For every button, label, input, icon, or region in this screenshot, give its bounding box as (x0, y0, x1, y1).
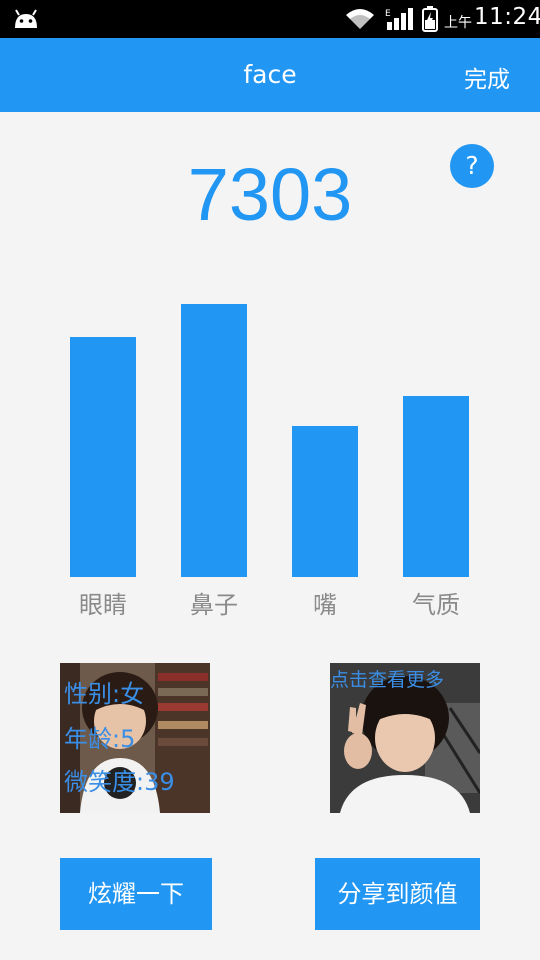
profile-photo[interactable]: 性别:女 年龄:5 微笑度:39 (60, 663, 210, 813)
bar-label-2: 嘴 (313, 591, 337, 619)
bar-3 (403, 396, 469, 577)
bar-0 (70, 337, 136, 577)
wifi-icon (346, 9, 374, 29)
show-off-button[interactable]: 炫耀一下 (60, 858, 212, 930)
bar-2 (292, 426, 358, 577)
signal-icon: E (385, 8, 413, 30)
smile-label: 微笑度:39 (64, 768, 175, 796)
battery-icon (422, 6, 438, 32)
feature-bar-chart: 眼睛 鼻子 嘴 气质 (70, 304, 469, 619)
face-score: 7303 (187, 153, 353, 236)
bar-label-1: 鼻子 (190, 591, 238, 619)
age-label: 年龄:5 (64, 725, 136, 753)
done-button[interactable]: 完成 (464, 60, 510, 94)
bar-label-3: 气质 (412, 591, 460, 619)
bar-1 (181, 304, 247, 577)
status-bar: E 上午 11:24 (0, 0, 540, 38)
android-icon (15, 9, 37, 28)
status-clock: 11:24 (474, 4, 540, 30)
status-ampm: 上午 (444, 15, 472, 31)
share-button[interactable]: 分享到颜值 (315, 858, 480, 930)
svg-text:E: E (385, 9, 391, 19)
bar-label-0: 眼睛 (79, 591, 127, 619)
page-title: face (243, 60, 297, 89)
view-more-link[interactable]: 点击查看更多 (330, 665, 444, 692)
more-photo[interactable]: 点击查看更多 (330, 663, 480, 813)
app-bar: face 完成 (0, 38, 540, 112)
gender-label: 性别:女 (64, 680, 145, 708)
